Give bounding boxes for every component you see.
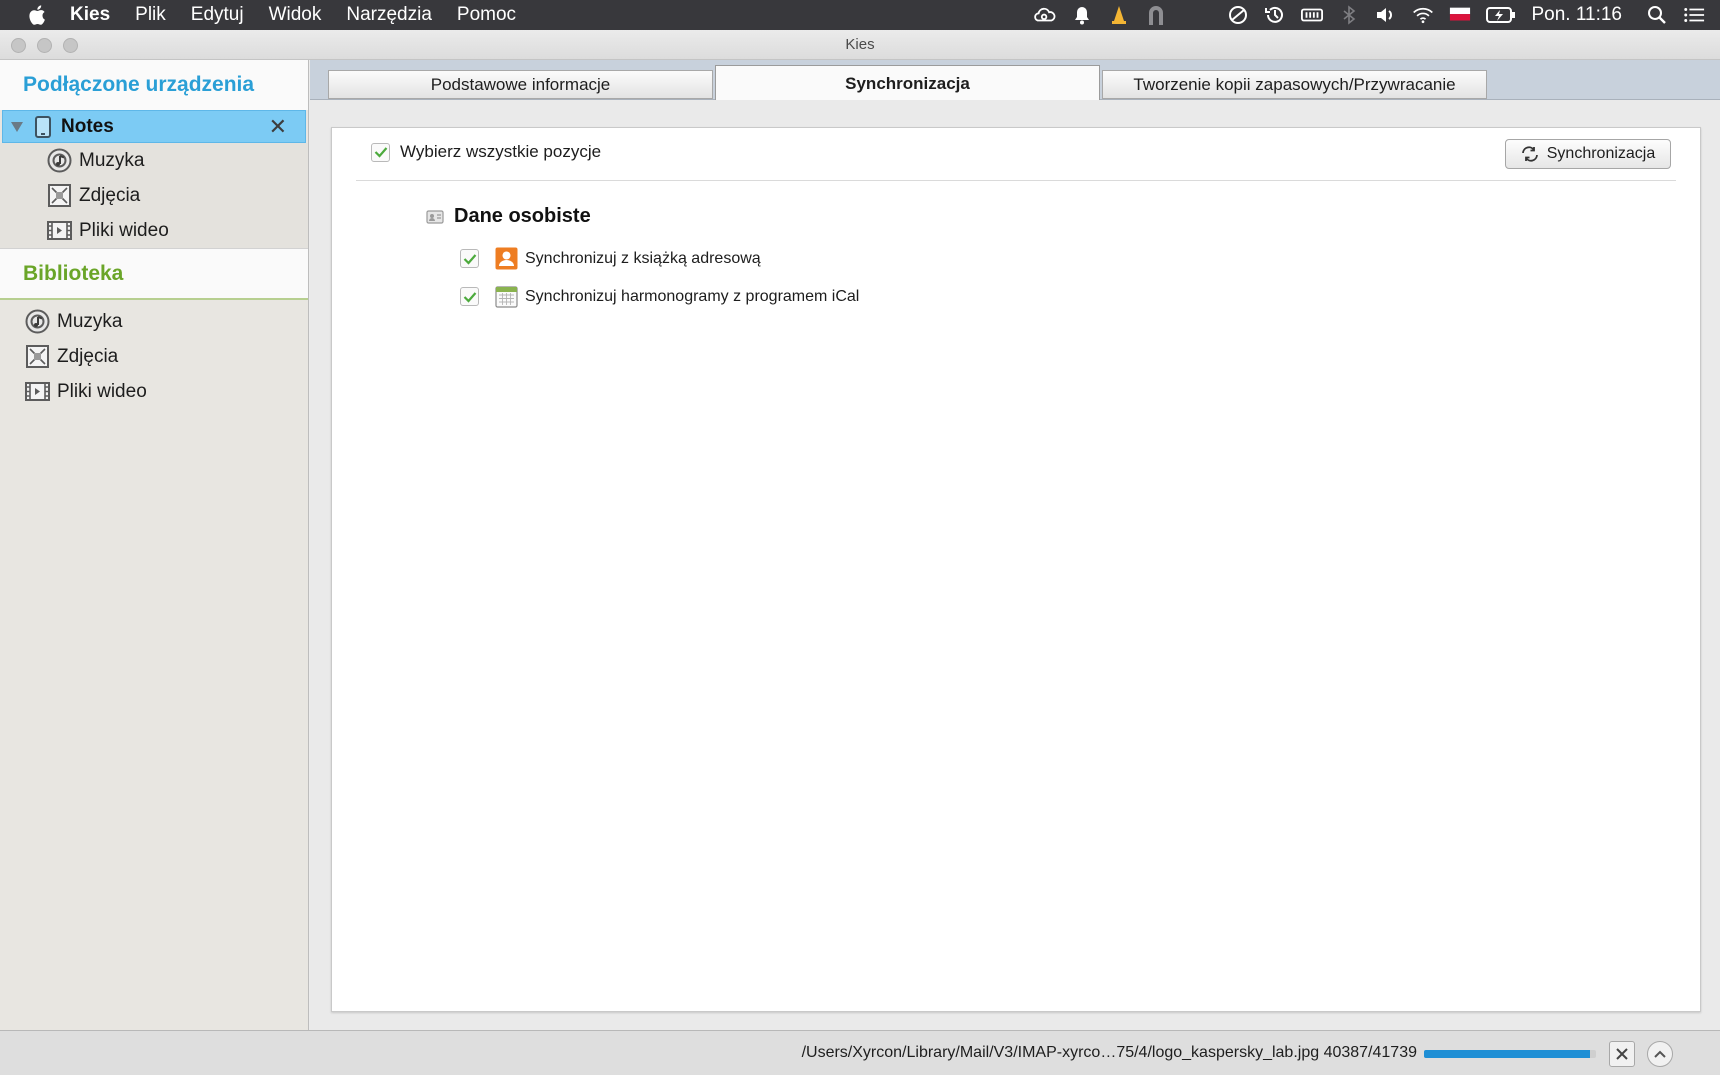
device-item-photos[interactable]: Zdjęcia [0, 178, 308, 213]
synchronize-button-label: Synchronizacja [1546, 145, 1656, 162]
vpn-shield-icon[interactable] [1145, 4, 1167, 26]
personal-data-group-header: Dane osobiste [426, 205, 591, 228]
bluetooth-icon[interactable] [1338, 4, 1360, 26]
memory-icon[interactable] [1301, 4, 1324, 26]
window-title: Kies [845, 36, 875, 53]
group-title: Dane osobiste [454, 205, 591, 227]
library-item-label: Muzyka [57, 310, 123, 332]
option-label: Synchronizuj z książką adresową [525, 249, 761, 267]
library-item-videos[interactable]: Pliki wideo [0, 374, 308, 409]
wifi-icon[interactable] [1412, 4, 1434, 26]
phone-icon [35, 115, 51, 138]
option-sync-calendar: Synchronizuj harmonogramy z programem iC… [460, 285, 859, 308]
library-item-photos[interactable]: Zdjęcia [0, 339, 308, 374]
disclosure-triangle-icon[interactable] [11, 121, 23, 132]
library-item-music[interactable]: Muzyka [0, 304, 308, 339]
menu-app-kies[interactable]: Kies [70, 4, 110, 26]
menu-edytuj[interactable]: Edytuj [191, 4, 244, 26]
progress-fill [1424, 1050, 1591, 1058]
menu-widok[interactable]: Widok [269, 4, 322, 26]
window-title-bar: Kies [0, 30, 1720, 60]
sync-panel: Wybierz wszystkie pozycje Synchronizacja… [331, 127, 1701, 1012]
transfer-status-text: /Users/Xyrcon/Library/Mail/V3/IMAP-xyrco… [801, 1044, 1417, 1061]
connected-devices-heading: Podłączone urządzenia [0, 60, 308, 110]
spotlight-search-icon[interactable] [1646, 4, 1668, 26]
library-heading: Biblioteka [0, 248, 308, 300]
device-item-videos[interactable]: Pliki wideo [0, 213, 308, 248]
tab-sync[interactable]: Synchronizacja [715, 65, 1100, 101]
library-item-label: Zdjęcia [57, 345, 119, 367]
device-item-label: Muzyka [79, 149, 145, 171]
close-icon [1616, 1048, 1628, 1060]
sidebar: Podłączone urządzenia Notes ✕ Muzyka Zdj… [0, 60, 309, 1030]
transfer-progress-bar [1424, 1050, 1596, 1058]
tab-bar: Podstawowe informacje Synchronizacja Two… [310, 60, 1720, 101]
notification-center-icon[interactable] [1683, 4, 1705, 26]
menu-plik[interactable]: Plik [135, 4, 166, 26]
select-all-checkbox[interactable] [371, 142, 390, 162]
menu-narzedzia[interactable]: Narzędzia [346, 4, 432, 26]
sync-contacts-checkbox[interactable] [460, 249, 479, 268]
time-machine-icon[interactable] [1264, 4, 1286, 26]
chevron-up-icon [1654, 1050, 1666, 1058]
tab-backup-restore[interactable]: Tworzenie kopii zapasowych/Przywracanie [1102, 70, 1487, 99]
select-all-row: Wybierz wszystkie pozycje [371, 142, 601, 162]
sync-arrows-icon [1521, 146, 1538, 162]
expand-transfers-button[interactable] [1647, 1041, 1673, 1067]
tray-spacer [1182, 4, 1212, 26]
sync-calendar-checkbox[interactable] [460, 287, 479, 306]
device-name: Notes [61, 115, 114, 137]
device-item-label: Zdjęcia [79, 184, 141, 206]
calendar-icon [495, 286, 518, 308]
status-bar: /Users/Xyrcon/Library/Mail/V3/IMAP-xyrco… [0, 1030, 1720, 1075]
photo-icon [25, 344, 50, 369]
apple-logo-icon[interactable] [26, 3, 50, 27]
vlc-cone-icon[interactable] [1108, 4, 1130, 26]
contact-card-icon [426, 209, 444, 224]
video-icon [47, 218, 72, 243]
option-sync-contacts: Synchronizuj z książką adresową [460, 247, 761, 270]
battery-icon[interactable] [1486, 4, 1516, 26]
option-label: Synchronizuj harmonogramy z programem iC… [525, 287, 860, 305]
status-tray: Pon. 11:16 [1034, 0, 1720, 30]
menu-pomoc[interactable]: Pomoc [457, 4, 516, 26]
contacts-icon [495, 247, 518, 270]
disconnect-device-icon[interactable]: ✕ [269, 114, 287, 140]
cancel-transfer-button[interactable] [1609, 1041, 1635, 1067]
device-item-music[interactable]: Muzyka [0, 143, 308, 178]
menubar-clock[interactable]: Pon. 11:16 [1531, 4, 1622, 26]
volume-icon[interactable] [1375, 4, 1397, 26]
device-content-list: Muzyka Zdjęcia Pliki wideo [0, 143, 308, 248]
library-item-label: Pliki wideo [57, 380, 147, 402]
device-row-notes[interactable]: Notes ✕ [2, 110, 306, 143]
notification-bell-icon[interactable] [1071, 4, 1093, 26]
panel-divider [356, 180, 1676, 181]
video-icon [25, 379, 50, 404]
music-icon [47, 148, 72, 173]
select-all-label: Wybierz wszystkie pozycje [400, 142, 602, 161]
photo-icon [47, 183, 72, 208]
tab-basic-info[interactable]: Podstawowe informacje [328, 70, 713, 99]
device-item-label: Pliki wideo [79, 219, 169, 241]
creative-cloud-icon[interactable] [1034, 4, 1056, 26]
synchronize-button[interactable]: Synchronizacja [1505, 139, 1671, 169]
do-not-disturb-icon[interactable] [1227, 4, 1249, 26]
input-source-flag-icon[interactable] [1449, 4, 1471, 26]
music-icon [25, 309, 50, 334]
menu-bar: Kies Plik Edytuj Widok Narzędzia Pomoc P… [0, 0, 1720, 30]
